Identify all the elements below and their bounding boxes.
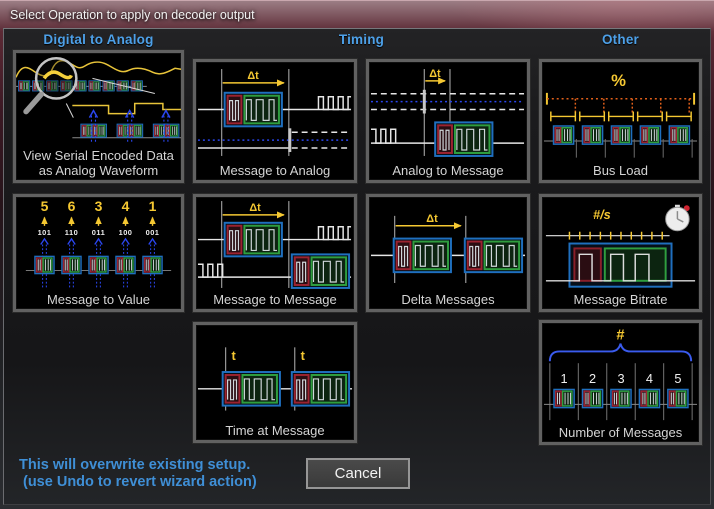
binary-label: 101 [38, 228, 52, 237]
tile-delta-messages[interactable]: Δt Delta Messages [366, 194, 530, 312]
brace-icon [550, 344, 691, 362]
tile-analog-to-message[interactable]: Δt Analog to Message [366, 59, 530, 183]
tile-view-serial-encoded-data[interactable]: View Serial Encoded Data as Analog Wavef… [13, 50, 184, 183]
message-number: 2 [589, 371, 596, 386]
tile-label: View Serial Encoded Data as Analog Wavef… [16, 148, 181, 180]
tile-message-bitrate[interactable]: #/s Message Bitrate [539, 194, 702, 312]
message-bitrate-icon: #/s [542, 197, 699, 292]
section-header-timing: Timing [193, 32, 530, 50]
value-label: 4 [122, 198, 130, 214]
dialog-window: Select Operation to apply on decoder out… [0, 0, 714, 509]
tile-label: Message Bitrate [542, 292, 699, 309]
tile-message-to-message[interactable]: Δt Message to Message [193, 194, 357, 312]
cancel-button[interactable]: Cancel [306, 458, 410, 489]
percent-annotation: % [611, 71, 626, 90]
delta-t-annotation: Δt [426, 213, 438, 225]
tile-number-of-messages[interactable]: # 1 2 3 4 5 Number of Messages [539, 320, 702, 445]
bus-load-icon: % [542, 62, 699, 163]
section-header-digital-to-analog: Digital to Analog [13, 32, 184, 50]
tile-label: Analog to Message [369, 163, 527, 180]
tile-label: Message to Value [16, 292, 181, 309]
view-serial-encoded-data-icon [16, 53, 181, 148]
tile-message-to-value[interactable]: 5 6 3 4 1 101 110 011 100 001 [13, 194, 184, 312]
message-number: 4 [646, 371, 653, 386]
stopwatch-icon [666, 205, 690, 231]
count-annotation: # [616, 328, 624, 344]
tile-message-to-analog[interactable]: Δt Message to Analog [193, 59, 357, 183]
analog-to-message-icon: Δt [369, 62, 527, 163]
time-annotation-right: t [301, 348, 306, 363]
dialog-body: Digital to Analog Timing Other [3, 28, 711, 505]
message-to-value-icon: 5 6 3 4 1 101 110 011 100 001 [16, 197, 181, 292]
delta-t-annotation: Δt [247, 70, 259, 82]
message-number: 1 [561, 371, 568, 386]
time-at-message-icon: t t [196, 325, 354, 423]
message-number: 3 [617, 371, 624, 386]
delta-messages-icon: Δt [369, 197, 527, 292]
overwrite-warning: This will overwrite existing setup. (use… [19, 457, 257, 491]
message-to-message-icon: Δt [196, 197, 354, 292]
section-header-other: Other [539, 32, 702, 50]
overwrite-warning-line2: (use Undo to revert wizard action) [19, 474, 257, 491]
tile-bus-load[interactable]: % Bus Load [539, 59, 702, 183]
overwrite-warning-line1: This will overwrite existing setup. [19, 457, 257, 474]
dialog-title: Select Operation to apply on decoder out… [10, 8, 255, 22]
message-number: 5 [674, 371, 681, 386]
delta-t-annotation: Δt [249, 202, 261, 214]
binary-label: 011 [92, 228, 105, 237]
tile-label: Message to Message [196, 292, 354, 309]
value-label: 5 [41, 198, 49, 214]
binary-label: 110 [65, 228, 78, 237]
value-label: 6 [68, 198, 76, 214]
value-label: 1 [149, 198, 157, 214]
tile-time-at-message[interactable]: t t Time at Message [193, 322, 357, 443]
count-per-second-annotation: #/s [593, 207, 611, 222]
tile-label: Delta Messages [369, 292, 527, 309]
tile-label: Bus Load [542, 163, 699, 180]
binary-label: 100 [119, 228, 133, 237]
value-label: 3 [95, 198, 103, 214]
tile-label: Number of Messages [542, 425, 699, 442]
binary-label: 001 [146, 228, 160, 237]
titlebar: Select Operation to apply on decoder out… [3, 3, 711, 27]
time-annotation-left: t [232, 348, 237, 363]
tile-label: Message to Analog [196, 163, 354, 180]
message-to-analog-icon: Δt [196, 62, 354, 163]
delta-t-annotation: Δt [429, 68, 441, 80]
number-of-messages-icon: # 1 2 3 4 5 [542, 323, 699, 425]
tile-label: Time at Message [196, 423, 354, 440]
